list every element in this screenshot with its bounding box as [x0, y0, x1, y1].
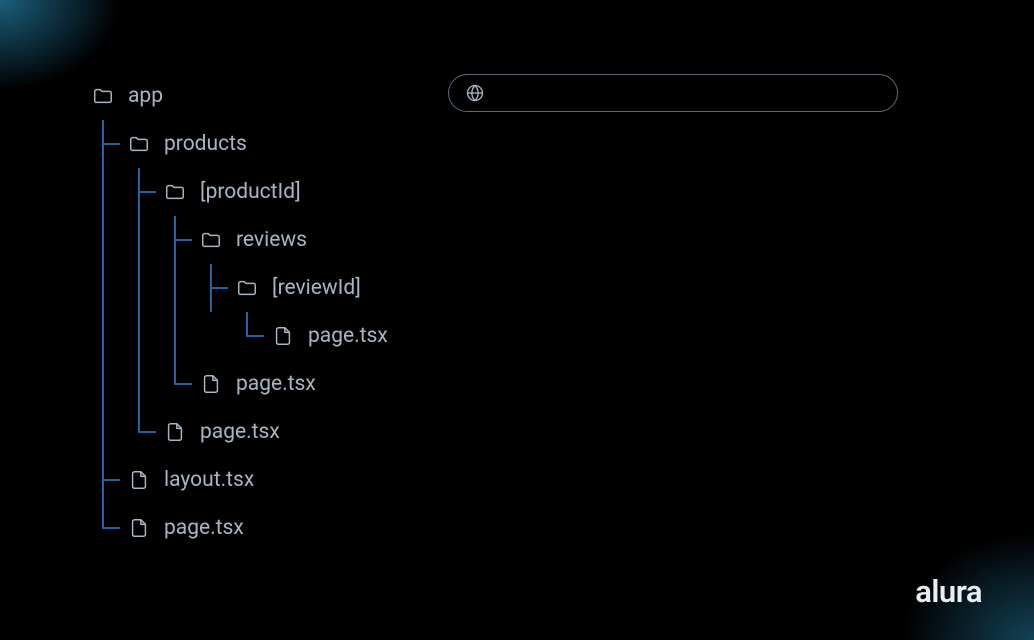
tree-label: [reviewId] [272, 278, 361, 299]
tree-label: products [164, 134, 247, 155]
file-icon [272, 325, 294, 347]
tree-row-page-tsx[interactable]: page.tsx [92, 504, 388, 552]
file-icon [128, 469, 150, 491]
file-icon [128, 517, 150, 539]
tree-row-page-tsx[interactable]: page.tsx [92, 360, 388, 408]
file-icon [164, 421, 186, 443]
folder-icon [164, 181, 186, 203]
tree-label: [productId] [200, 182, 301, 203]
folder-icon [236, 277, 258, 299]
brand-logo: alura [915, 573, 982, 610]
main-container: app products [productId] [0, 0, 1034, 552]
tree-label: page.tsx [308, 326, 388, 347]
folder-icon [128, 133, 150, 155]
tree-row-page-tsx[interactable]: page.tsx [92, 312, 388, 360]
file-tree: app products [productId] [92, 72, 388, 552]
tree-row-app[interactable]: app [92, 72, 388, 120]
tree-row-page-tsx[interactable]: page.tsx [92, 408, 388, 456]
tree-row-layout-tsx[interactable]: layout.tsx [92, 456, 388, 504]
tree-row-products[interactable]: products [92, 120, 388, 168]
folder-icon [200, 229, 222, 251]
folder-icon [92, 85, 114, 107]
tree-row-productid[interactable]: [productId] [92, 168, 388, 216]
tree-row-reviewid[interactable]: [reviewId] [92, 264, 388, 312]
tree-label: app [128, 86, 163, 107]
tree-row-reviews[interactable]: reviews [92, 216, 388, 264]
tree-label: layout.tsx [164, 470, 254, 491]
url-bar[interactable] [448, 74, 898, 112]
tree-label: page.tsx [200, 422, 280, 443]
file-icon [200, 373, 222, 395]
tree-label: reviews [236, 230, 307, 251]
tree-label: page.tsx [236, 374, 316, 395]
tree-label: page.tsx [164, 518, 244, 539]
globe-icon [465, 83, 485, 103]
